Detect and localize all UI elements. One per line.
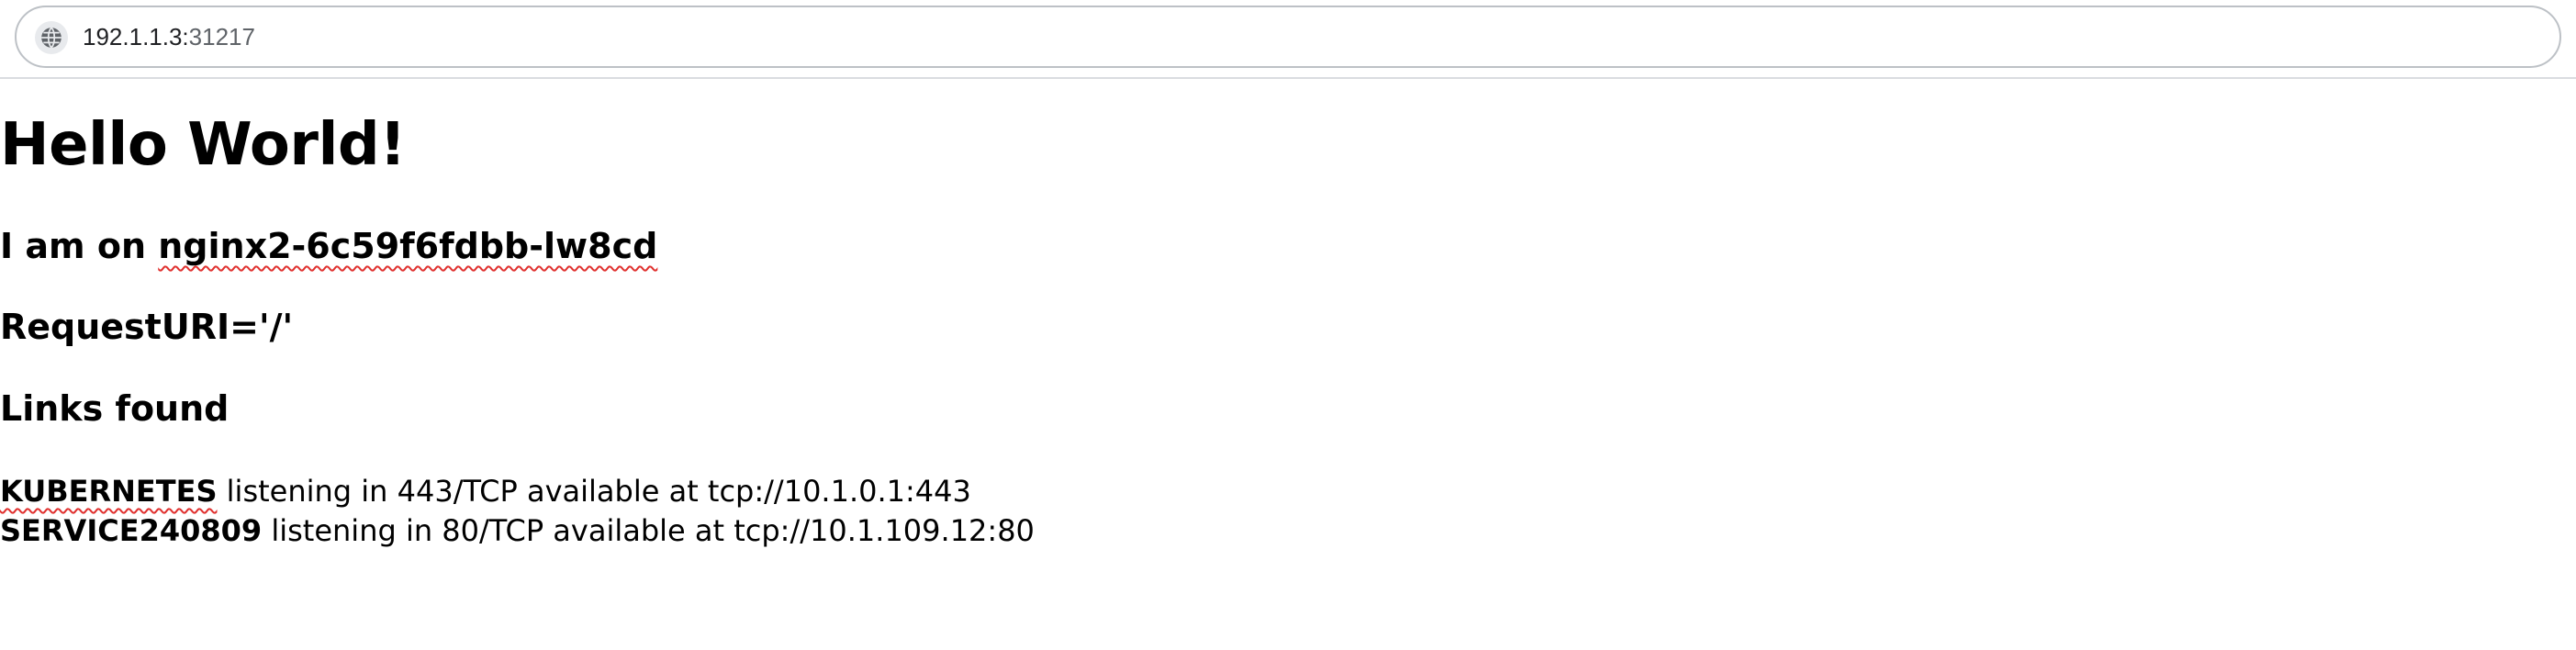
link-service-detail: listening in 443/TCP available at tcp://…	[217, 474, 971, 509]
links-heading: Links found	[0, 388, 230, 429]
link-row-service240809: SERVICE240809 listening in 80/TCP availa…	[0, 512, 2576, 549]
request-uri-heading: RequestURI='/'	[0, 307, 294, 347]
browser-toolbar: 192.1.1.3:31217	[0, 0, 2576, 79]
globe-icon[interactable]	[35, 21, 68, 54]
address-bar[interactable]: 192.1.1.3:31217	[15, 6, 2561, 68]
link-service-name: KUBERNETES	[0, 474, 218, 509]
url-port: 31217	[188, 23, 255, 50]
host-heading: I am on nginx2-6c59f6fdbb-lw8cd	[0, 225, 2576, 267]
link-row-kubernetes: KUBERNETES listening in 443/TCP availabl…	[0, 473, 2576, 510]
url-text[interactable]: 192.1.1.3:31217	[83, 7, 255, 66]
pod-name: nginx2-6c59f6fdbb-lw8cd	[158, 226, 658, 266]
link-service-detail: listening in 80/TCP available at tcp://1…	[262, 513, 1035, 548]
page-title: Hello World!	[0, 111, 406, 179]
host-prefix: I am on	[0, 226, 159, 266]
link-service-name: SERVICE240809	[0, 513, 263, 548]
url-host: 192.1.1.3:	[83, 23, 189, 50]
